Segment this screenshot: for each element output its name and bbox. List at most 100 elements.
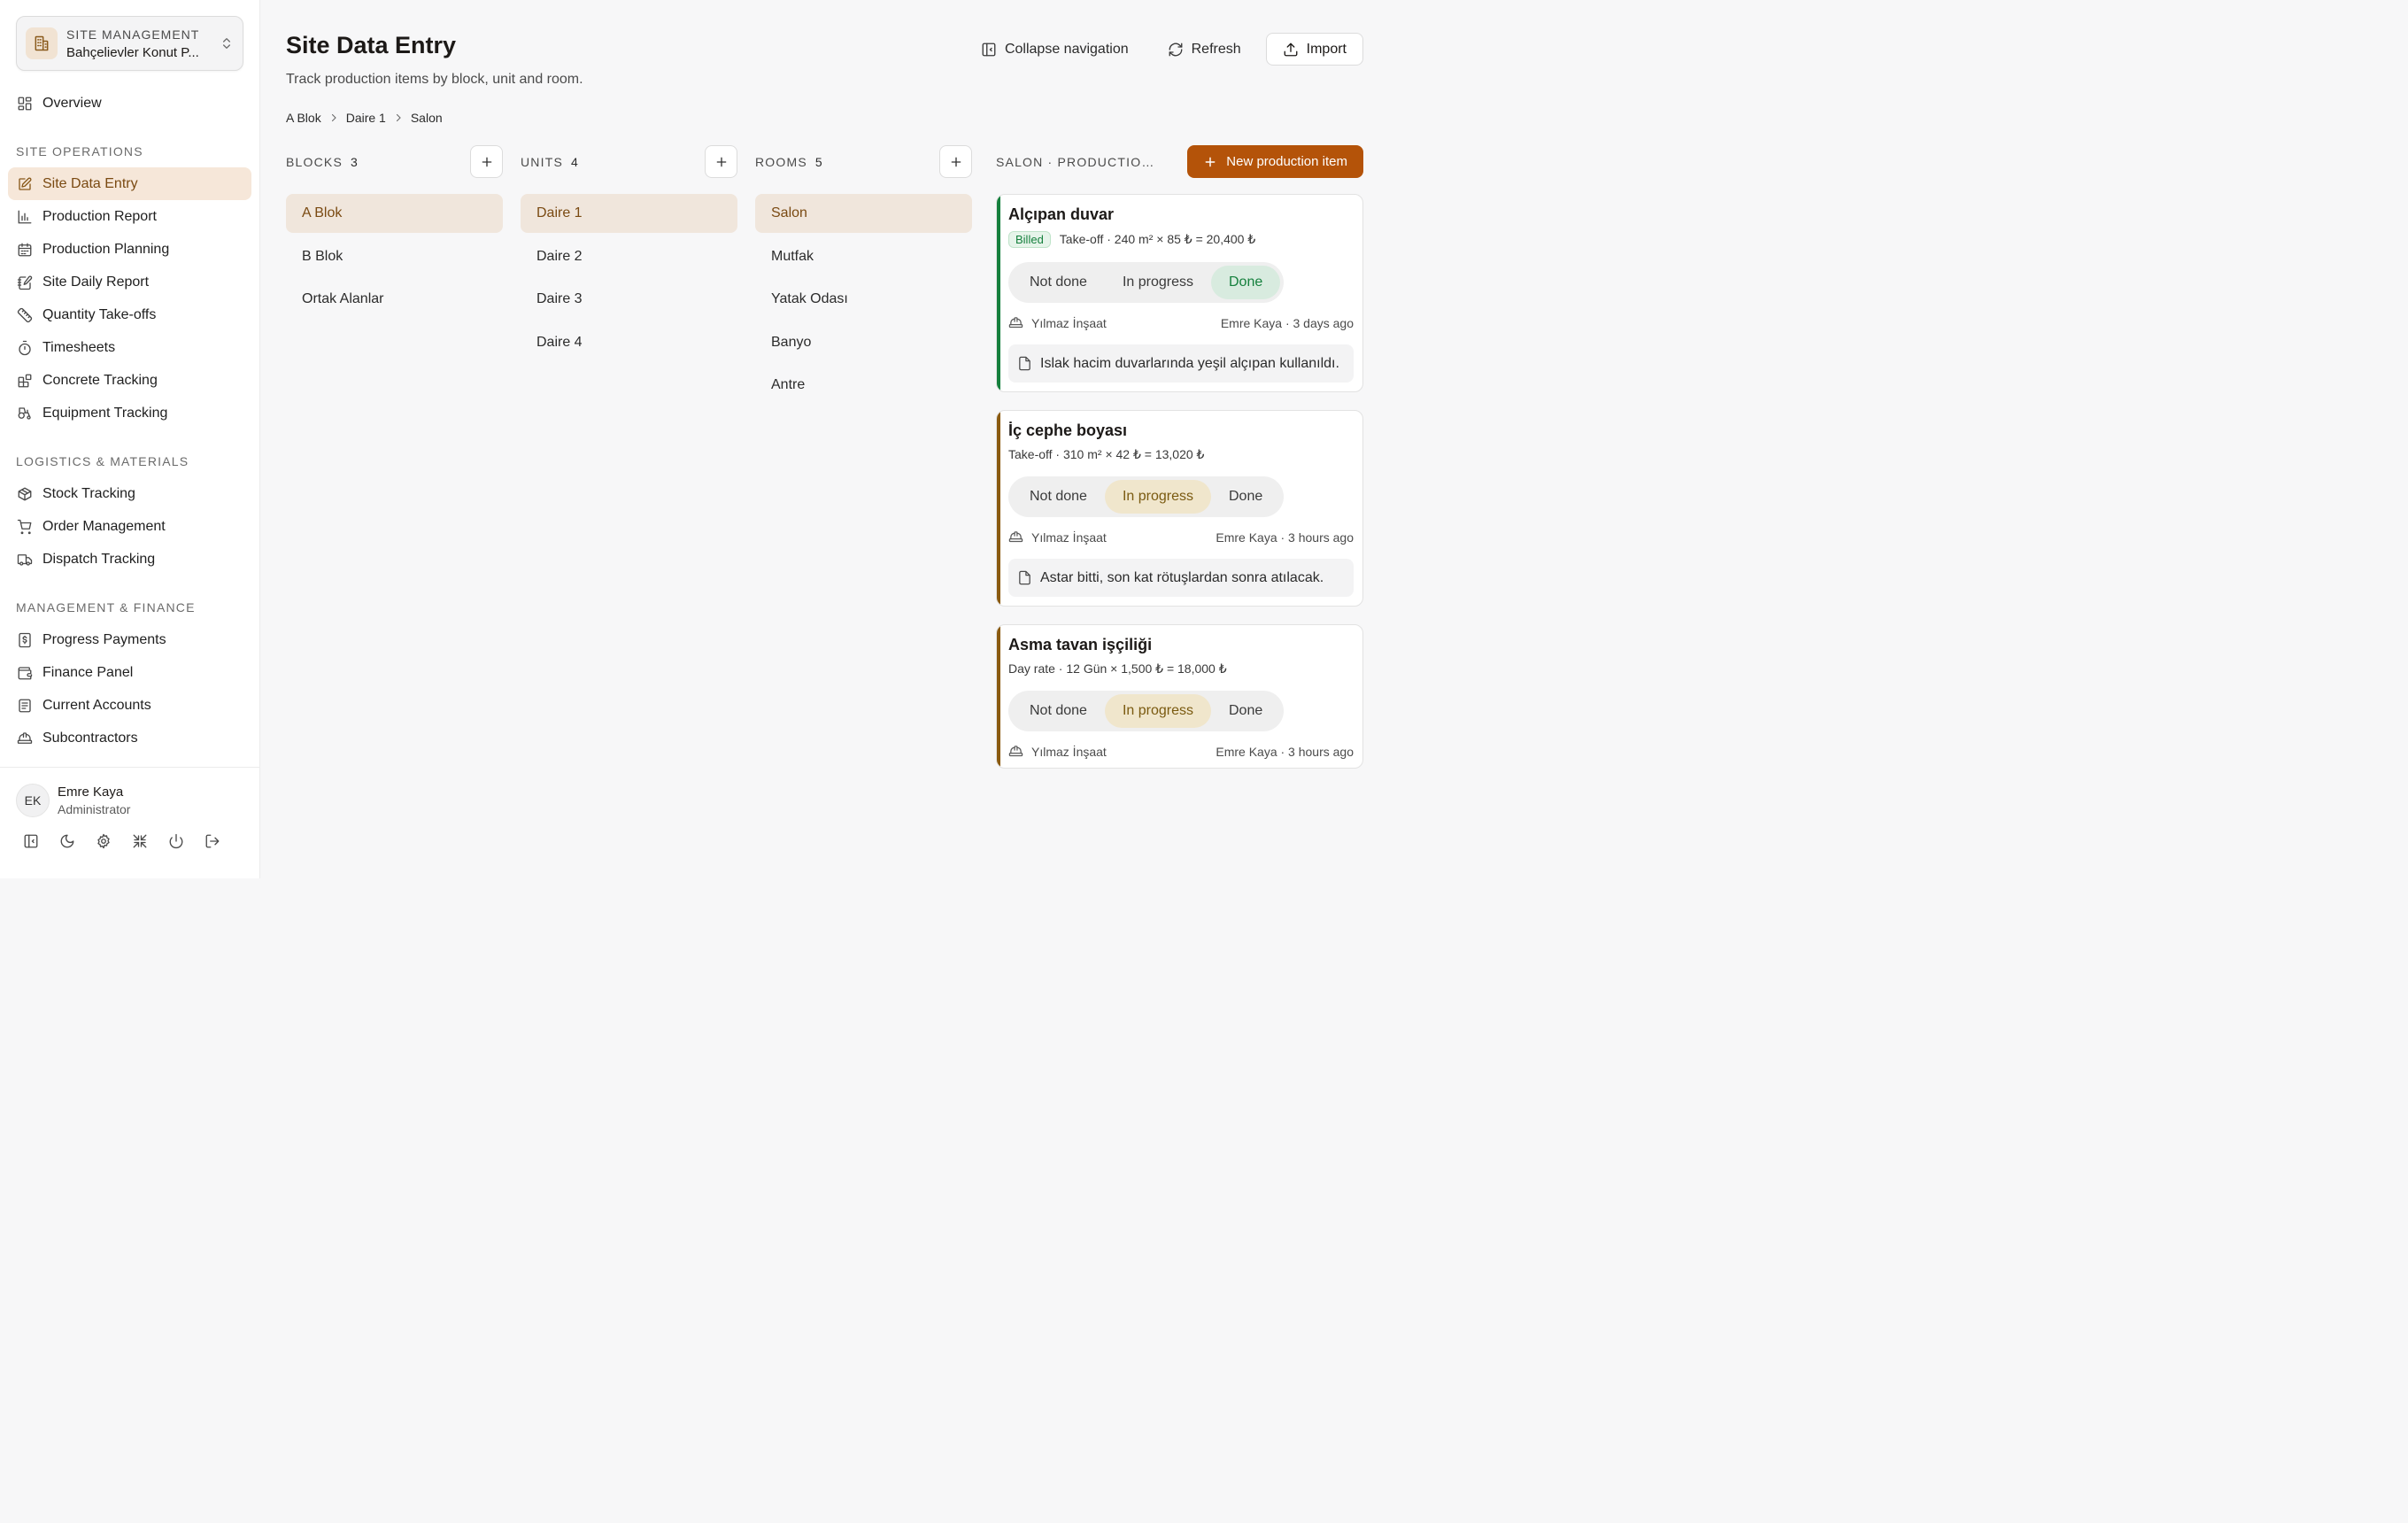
production-item-calc: Day rate · 12 Gün × 1,500 ₺ = 18,000 ₺ [1008,661,1227,676]
sidebar-item-order-management[interactable]: Order Management [8,510,251,543]
ledger-icon [16,697,34,715]
room-item[interactable]: Mutfak [755,237,972,276]
sidebar-item-overview[interactable]: Overview [8,87,251,120]
status-option-done[interactable]: Done [1211,480,1280,514]
add-room-button[interactable] [939,145,972,178]
main-content: Site Data Entry Track production items b… [260,0,1388,878]
unit-item[interactable]: Daire 4 [521,323,737,362]
gear-icon[interactable] [96,828,132,854]
site-switcher-name: Bahçelievler Konut P... [66,44,199,60]
room-item[interactable]: Antre [755,366,972,405]
production-item-card[interactable]: İç cephe boyası Take-off · 310 m² × 42 ₺… [996,410,1363,607]
sidebar-item-label: Concrete Tracking [42,372,158,388]
receipt-icon [16,631,34,649]
block-item[interactable]: Ortak Alanlar [286,280,503,319]
user-profile[interactable]: EK Emre Kaya Administrator [16,784,243,817]
item-note-text: Astar bitti, son kat rötuşlardan sonra a… [1040,570,1324,585]
production-items-panel: SALON · PRODUCTION ITEMS New production … [996,145,1363,878]
column-header: BLOCKS 3 [286,155,358,169]
status-option-done[interactable]: Done [1211,694,1280,728]
add-unit-button[interactable] [705,145,737,178]
production-item-card[interactable]: Asma tavan işçiliği Day rate · 12 Gün × … [996,624,1363,769]
footer-toolbar [16,828,243,854]
new-production-item-label: New production item [1226,154,1347,169]
breadcrumb-item[interactable]: A Blok [286,111,321,125]
status-option-not-done[interactable]: Not done [1012,266,1105,299]
nav-section-title: SITE OPERATIONS [16,144,143,158]
sidebar: SITE MANAGEMENT Bahçelievler Konut P... … [0,0,260,878]
sidebar-item-concrete-tracking[interactable]: Concrete Tracking [8,364,251,397]
sidebar-item-timesheets[interactable]: Timesheets [8,331,251,364]
sidebar-item-equipment-tracking[interactable]: Equipment Tracking [8,397,251,429]
sidebar-item-dispatch-tracking[interactable]: Dispatch Tracking [8,543,251,576]
room-item[interactable]: Salon [755,194,972,233]
status-option-not-done[interactable]: Not done [1012,480,1105,514]
hard-hat-icon [1008,530,1023,545]
breadcrumb-item[interactable]: Salon [411,111,443,125]
file-icon [1017,356,1032,371]
production-items-title: SALON · PRODUCTION ITEMS [996,154,1160,169]
unit-item[interactable]: Daire 2 [521,237,737,276]
moon-icon[interactable] [59,828,96,854]
item-note: Astar bitti, son kat rötuşlardan sonra a… [1008,559,1354,597]
unit-item[interactable]: Daire 1 [521,194,737,233]
logout-icon[interactable] [205,828,241,854]
unit-item[interactable]: Daire 3 [521,280,737,319]
sidebar-item-production-report[interactable]: Production Report [8,200,251,233]
blocks-column: BLOCKS 3 A Blok B Blok Ortak Alanlar [286,145,503,409]
column-count: 3 [351,154,358,169]
chevron-right-icon [328,112,339,123]
page-title: Site Data Entry [286,32,457,58]
avatar: EK [16,784,50,817]
block-item[interactable]: A Blok [286,194,503,233]
page-subtitle: Track production items by block, unit an… [286,72,583,87]
collapse-navigation-button[interactable]: Collapse navigation [967,33,1143,66]
header-actions: Collapse navigation Refresh Import [967,33,1363,66]
sidebar-item-production-planning[interactable]: Production Planning [8,233,251,266]
sidebar-item-label: Site Daily Report [42,274,150,290]
sidebar-item-site-daily-report[interactable]: Site Daily Report [8,266,251,298]
updated-info: Emre Kaya · 3 hours ago [1216,744,1354,759]
refresh-button[interactable]: Refresh [1154,33,1255,66]
sidebar-item-progress-payments[interactable]: Progress Payments [8,623,251,656]
item-note-text: Islak hacim duvarlarında yeşil alçıpan k… [1040,356,1339,371]
sidebar-item-label: Production Report [42,208,157,224]
sidebar-item-label: Finance Panel [42,664,134,680]
sidebar-item-site-data-entry[interactable]: Site Data Entry [8,167,251,200]
new-production-item-button[interactable]: New production item [1187,145,1363,178]
production-item-card[interactable]: Alçıpan duvar Billed Take-off · 240 m² ×… [996,194,1363,392]
status-option-not-done[interactable]: Not done [1012,694,1105,728]
collapse-navigation-label: Collapse navigation [1004,41,1129,57]
plus-icon [949,155,963,169]
status-option-in-progress[interactable]: In progress [1105,266,1211,299]
chevron-right-icon [393,112,404,123]
status-option-in-progress[interactable]: In progress [1104,694,1211,728]
sidebar-item-subcontractors[interactable]: Subcontractors [8,722,251,754]
breadcrumb-item[interactable]: Daire 1 [346,111,386,125]
minimize-icon[interactable] [132,828,168,854]
bar-chart-icon [16,208,34,226]
sidebar-item-label: Current Accounts [42,697,151,713]
item-note: Islak hacim duvarlarında yeşil alçıpan k… [1008,344,1354,383]
refresh-icon [1168,42,1184,58]
units-column: UNITS 4 Daire 1 Daire 2 Daire 3 Daire 4 [521,145,737,409]
panel-left-icon[interactable] [23,828,59,854]
sidebar-item-stock-tracking[interactable]: Stock Tracking [8,477,251,510]
block-item[interactable]: B Blok [286,237,503,276]
power-icon[interactable] [168,828,205,854]
status-option-done[interactable]: Done [1210,266,1281,299]
sidebar-item-label: Order Management [42,518,166,534]
sidebar-item-finance-panel[interactable]: Finance Panel [8,656,251,689]
add-block-button[interactable] [470,145,503,178]
sidebar-item-label: Overview [42,95,102,111]
sidebar-item-quantity-take-offs[interactable]: Quantity Take-offs [8,298,251,331]
room-item[interactable]: Banyo [755,323,972,362]
import-button[interactable]: Import [1265,33,1363,66]
status-option-in-progress[interactable]: In progress [1104,480,1211,514]
site-switcher[interactable]: SITE MANAGEMENT Bahçelievler Konut P... [16,16,243,71]
column-count: 4 [571,154,578,169]
sidebar-item-current-accounts[interactable]: Current Accounts [8,689,251,722]
rooms-column: ROOMS 5 Salon Mutfak Yatak Odası Banyo An… [755,145,972,409]
room-item[interactable]: Yatak Odası [755,280,972,319]
production-item-calc: Take-off · 240 m² × 85 ₺ = 20,400 ₺ [1059,232,1256,246]
